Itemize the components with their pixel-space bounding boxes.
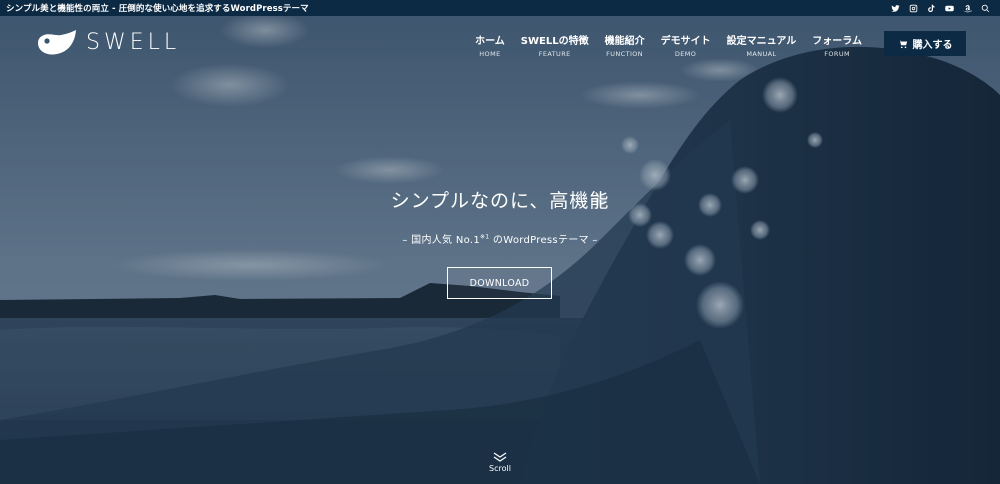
nav-item-sublabel: DEMO — [674, 50, 697, 58]
hero-title: シンプルなのに、高機能 — [390, 190, 610, 212]
site-tagline: シンプル美と機能性の両立 - 圧倒的な使い心地を追求するWordPressテーマ — [6, 4, 309, 14]
tiktok-icon[interactable] — [927, 4, 936, 13]
double-chevron-down-icon — [493, 452, 507, 462]
hero-subtitle: – 国内人気 No.1※1 のWordPressテーマ – — [0, 231, 1000, 246]
scroll-indicator[interactable]: Scroll — [480, 452, 520, 473]
search-icon[interactable] — [981, 4, 990, 13]
nav-item-sublabel: HOME — [479, 50, 501, 58]
nav-item-home[interactable]: ホーム HOME — [467, 32, 513, 58]
nav-item-label: SWELLの特徴 — [520, 36, 589, 47]
download-button-label: DOWNLOAD — [469, 277, 530, 289]
nav-item-sublabel: FEATURE — [538, 50, 571, 58]
nav-item-label: 設定マニュアル — [726, 36, 797, 47]
instagram-icon[interactable] — [909, 4, 918, 13]
nav-item-label: ホーム — [475, 36, 505, 47]
nav-item-label: 機能紹介 — [604, 36, 645, 47]
logo-text: SWELL — [86, 29, 181, 55]
download-button[interactable]: DOWNLOAD — [447, 267, 552, 299]
youtube-icon[interactable] — [945, 4, 954, 13]
nav-item-sublabel: MANUAL — [746, 50, 777, 58]
nav-item-forum[interactable]: フォーラム FORUM — [804, 32, 870, 58]
cart-icon — [897, 39, 907, 48]
buy-button[interactable]: 購入する — [884, 31, 966, 56]
nav-item-sublabel: FUNCTION — [606, 50, 644, 58]
amazon-icon[interactable] — [963, 4, 972, 13]
hero-subtitle-pre: – 国内人気 No.1 — [402, 235, 480, 246]
nav-item-label: デモサイト — [660, 36, 711, 47]
global-nav: ホーム HOME SWELLの特徴 FEATURE 機能紹介 FUNCTION … — [467, 32, 870, 58]
social-links — [891, 0, 990, 16]
nav-item-demo[interactable]: デモサイト DEMO — [653, 32, 719, 58]
site-logo[interactable]: SWELL — [36, 27, 180, 57]
nav-item-label: フォーラム — [812, 36, 862, 47]
nav-item-sublabel: FORUM — [824, 50, 851, 58]
top-info-bar: シンプル美と機能性の両立 - 圧倒的な使い心地を追求するWordPressテーマ — [0, 0, 1000, 16]
nav-item-manual[interactable]: 設定マニュアル MANUAL — [719, 32, 805, 58]
buy-button-label: 購入する — [912, 40, 953, 51]
site-header: SWELL ホーム HOME SWELLの特徴 FEATURE 機能紹介 FUN… — [0, 16, 1000, 74]
nav-item-function[interactable]: 機能紹介 FUNCTION — [597, 32, 653, 58]
hero-subtitle-post: のWordPressテーマ – — [489, 235, 598, 246]
swell-logo-icon — [38, 30, 76, 55]
twitter-icon[interactable] — [891, 4, 900, 13]
scroll-label: Scroll — [489, 464, 511, 473]
nav-item-feature[interactable]: SWELLの特徴 FEATURE — [513, 32, 597, 58]
